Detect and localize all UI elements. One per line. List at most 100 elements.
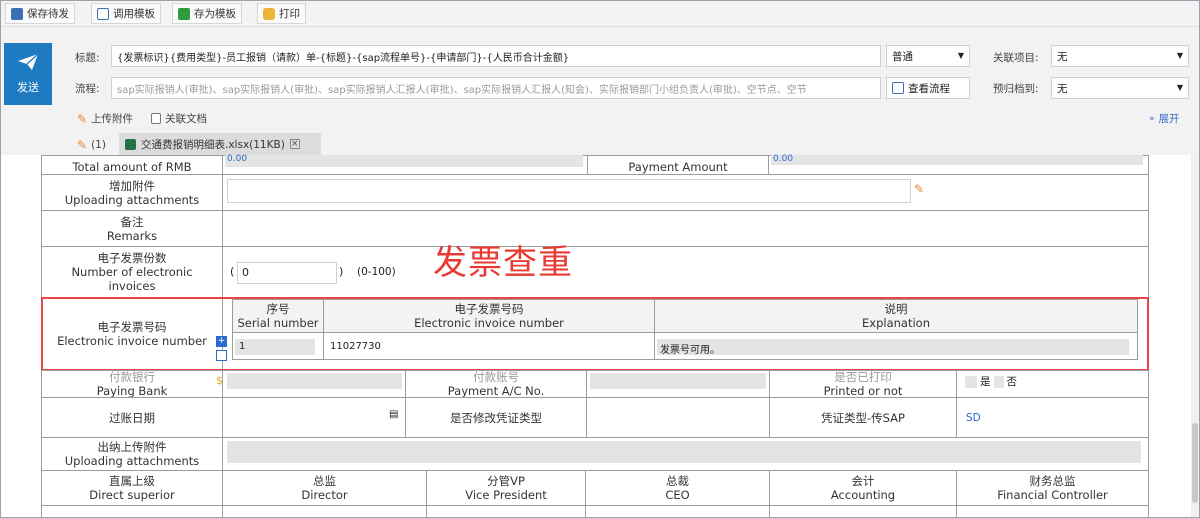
save-template-button[interactable]: 存为模板 <box>172 3 242 24</box>
modify-voucher-cell[interactable] <box>586 397 770 438</box>
voucher-type-cell: SD <box>956 397 1149 438</box>
sign-cell <box>426 505 586 517</box>
scrollbar-thumb[interactable] <box>1192 423 1198 503</box>
related-doc-label: 关联文档 <box>165 113 207 125</box>
upload-attach-label: 上传附件 <box>91 113 134 125</box>
voucher-type-text: 凭证类型-传SAP <box>821 410 905 425</box>
calendar-icon[interactable]: ▤ <box>389 409 398 420</box>
approver-superior: 直属上级 Direct superior <box>41 470 223 506</box>
view-flow-button[interactable]: 查看流程 <box>886 77 970 99</box>
radio-no[interactable] <box>993 375 1004 388</box>
load-template-label: 调用模板 <box>113 8 155 20</box>
chevron-down-icon: ▼ <box>1176 51 1183 60</box>
sign-cell <box>956 505 1149 517</box>
archive-value: 无 <box>1057 83 1068 95</box>
refresh-icon[interactable]: $ <box>216 374 227 390</box>
priority-value: 普通 <box>892 51 913 63</box>
sign-cell <box>41 505 223 517</box>
remarks-input[interactable] <box>222 210 1149 247</box>
printed-cn: 是否已打印 <box>834 370 892 384</box>
paying-bank-label: 付款银行 Paying Bank <box>41 370 223 398</box>
einv-count-label: 电子发票份数 Number of electronic invoices <box>41 246 223 298</box>
paying-bank-cn: 付款银行 <box>109 370 155 384</box>
paperclip-icon[interactable]: ✎ <box>914 182 924 196</box>
approver-accounting: 会计 Accounting <box>769 470 957 506</box>
voucher-type-value: SD <box>966 411 981 424</box>
total-rmb-text: Total amount of RMB <box>72 160 192 174</box>
save-draft-button[interactable]: 保存待发 <box>5 3 75 24</box>
total-rmb-value: 0.00 <box>225 155 583 167</box>
print-button[interactable]: 打印 <box>257 3 306 24</box>
load-template-button[interactable]: 调用模板 <box>91 3 161 24</box>
related-project-label: 关联项目: <box>993 52 1039 64</box>
vertical-scrollbar[interactable] <box>1191 155 1199 517</box>
sign-cell <box>222 505 427 517</box>
cashier-attach-label: 出纳上传附件 Uploading attachments <box>41 437 223 471</box>
upload-attach-link[interactable]: ✎ 上传附件 <box>77 111 133 126</box>
total-rmb-label: Total amount of RMB <box>41 155 223 175</box>
attach-count: ✎ (1) <box>77 138 106 152</box>
paper-plane-icon <box>18 53 39 70</box>
acc-en: Accounting <box>830 488 896 502</box>
payment-ac-label: 付款账号 Payment A/C No. <box>405 370 587 398</box>
flow-label: 流程: <box>75 83 100 95</box>
opt-yes-label: 是 <box>980 376 991 388</box>
vp-cn: 分管VP <box>487 474 525 488</box>
radio-yes[interactable] <box>965 375 977 388</box>
chevron-down-icon: ▼ <box>1176 83 1183 92</box>
post-date-input[interactable] <box>222 397 406 438</box>
related-project-select[interactable]: 无 ▼ <box>1051 45 1189 67</box>
ceo-cn: 总裁 <box>666 474 689 488</box>
vp-en: Vice President <box>465 488 547 502</box>
payment-amount-text: Payment Amount <box>628 160 728 174</box>
paren-open: ( <box>230 265 235 278</box>
printed-en: Printed or not <box>823 384 903 398</box>
fc-en: Financial Controller <box>997 488 1108 502</box>
sup-cn: 直属上级 <box>109 474 155 488</box>
add-attach-en: Uploading attachments <box>64 192 200 207</box>
template-icon <box>178 7 190 20</box>
ceo-en: CEO <box>665 488 690 502</box>
fc-cn: 财务总监 <box>1029 474 1076 488</box>
related-project-value: 无 <box>1057 51 1068 63</box>
archive-select[interactable]: 无 ▼ <box>1051 77 1189 99</box>
sup-en: Direct superior <box>89 488 175 502</box>
post-date-text: 过账日期 <box>109 410 155 425</box>
close-icon[interactable]: × <box>289 139 300 149</box>
attachment-item[interactable]: 交通费报销明细表.xlsx(11KB) × <box>119 133 321 155</box>
cashier-attach-input[interactable] <box>227 441 1141 463</box>
acc-cn: 会计 <box>851 474 875 488</box>
printed-options: 是 否 <box>965 374 1017 389</box>
save-template-label: 存为模板 <box>194 8 236 20</box>
print-label: 打印 <box>279 8 300 20</box>
payment-amount-value: 0.00 <box>771 155 1143 165</box>
document-icon <box>151 113 161 124</box>
cashier-attach-en: Uploading attachments <box>64 454 200 468</box>
einv-count-input[interactable]: 0 <box>237 262 337 284</box>
cashier-attach-cn: 出纳上传附件 <box>97 440 167 454</box>
related-doc-link[interactable]: 关联文档 <box>151 111 207 126</box>
payment-ac-input[interactable] <box>590 373 766 389</box>
einv-count-en-2: invoices <box>108 279 156 293</box>
approver-ceo: 总裁 CEO <box>585 470 770 506</box>
send-label: 发送 <box>17 81 39 94</box>
archive-label: 预归档到: <box>993 83 1039 95</box>
priority-select[interactable]: 普通 ▼ <box>886 45 970 67</box>
einv-count-en-1: Number of electronic <box>71 265 193 279</box>
send-button[interactable]: 发送 <box>4 43 52 105</box>
add-attach-label: 增加附件 Uploading attachments <box>41 174 223 211</box>
paying-bank-input[interactable] <box>227 373 402 389</box>
flow-input[interactable]: sap实际报销人(审批)、sap实际报销人(审批)、sap实际报销人汇报人(审批… <box>111 77 881 99</box>
duplicate-check-annotation: 发票查重 <box>433 243 573 283</box>
dir-cn: 总监 <box>313 474 336 488</box>
app-window: 保存待发 调用模板 存为模板 打印 发送 标题: {发票标识}{费用类型}-员工… <box>0 0 1200 518</box>
paren-close: ) <box>339 265 344 278</box>
expand-link[interactable]: » 展开 <box>1149 111 1180 126</box>
sign-cell <box>585 505 770 517</box>
approver-fc: 财务总监 Financial Controller <box>956 470 1149 506</box>
paying-bank-en: Paying Bank <box>96 384 168 398</box>
einv-count-range: (0-100) <box>357 266 396 278</box>
toolbar: 保存待发 调用模板 存为模板 打印 <box>1 1 1199 27</box>
add-attach-input[interactable] <box>227 179 911 203</box>
title-input[interactable]: {发票标识}{费用类型}-员工报销（请款）单-{标题}-{sap流程单号}-{申… <box>111 45 881 67</box>
